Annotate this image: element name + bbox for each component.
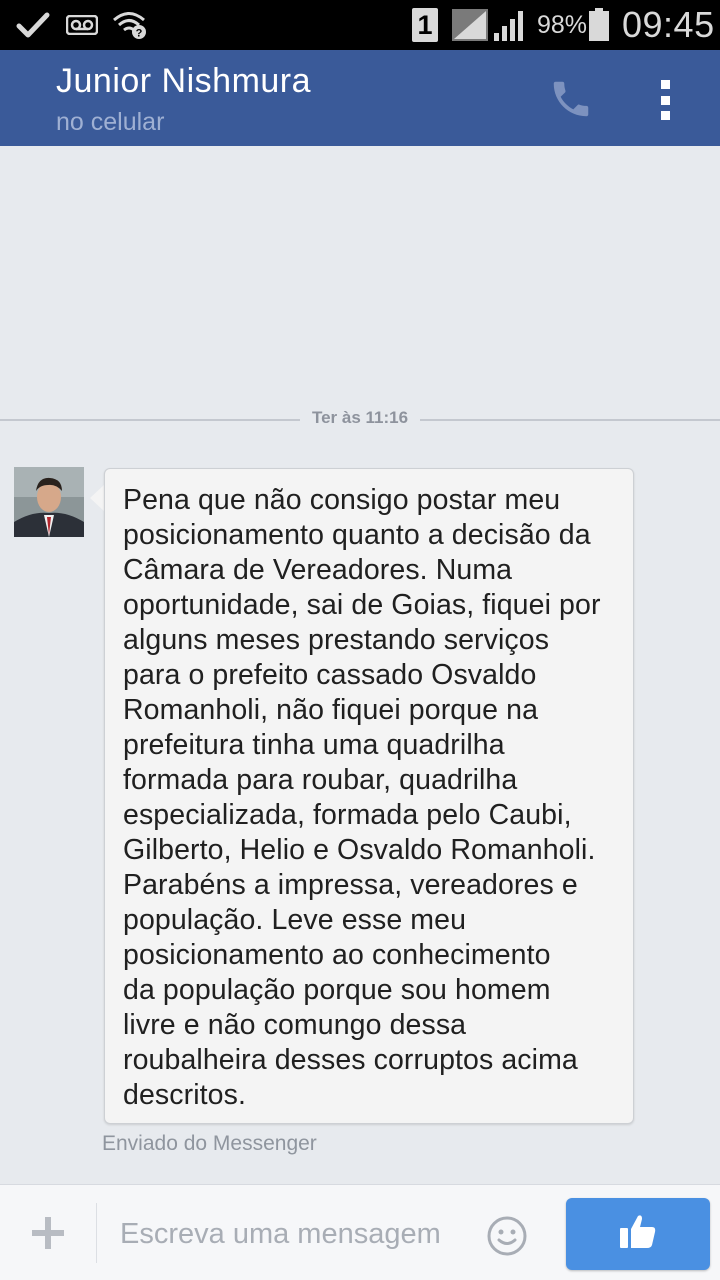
- date-separator: Ter às 11:16: [0, 406, 720, 434]
- bubble-tail: [90, 484, 105, 512]
- overflow-menu-button[interactable]: [650, 74, 680, 126]
- message-input[interactable]: Escreva uma mensagem: [120, 1213, 470, 1255]
- divider: [0, 419, 300, 421]
- emoji-icon: [486, 1216, 528, 1261]
- thumbs-up-icon: [618, 1212, 658, 1257]
- signal-icon: [494, 0, 526, 50]
- sim-icon: 1: [412, 0, 438, 50]
- divider: [96, 1203, 97, 1263]
- message-bubble[interactable]: Pena que não consigo postar meu posicion…: [104, 468, 634, 1124]
- menu-dot: [660, 95, 670, 105]
- message-text: Pena que não consigo postar meu posicion…: [123, 484, 601, 1111]
- voicemail-icon: [66, 0, 98, 50]
- avatar[interactable]: [14, 467, 84, 537]
- contact-name[interactable]: Junior Nishmura: [56, 62, 311, 101]
- emoji-button[interactable]: [486, 1215, 528, 1257]
- battery-percent: 98%: [537, 10, 588, 39]
- clock: 09:45: [622, 4, 715, 45]
- message-footer: Enviado do Messenger: [102, 1132, 317, 1155]
- signal-icon: [452, 0, 488, 50]
- svg-text:?: ?: [136, 28, 143, 40]
- menu-dot: [660, 111, 670, 120]
- battery-icon: [588, 0, 610, 50]
- overflow-menu-icon: [660, 80, 670, 89]
- contact-status: no celular: [56, 108, 165, 136]
- add-attachment-button[interactable]: [30, 1215, 66, 1251]
- check-icon: [16, 0, 50, 50]
- status-bar: ? 1 98% 09:45: [0, 0, 720, 50]
- plus-icon: [30, 1217, 66, 1255]
- like-button[interactable]: [566, 1198, 710, 1270]
- divider: [420, 419, 720, 421]
- conversation-header: Junior Nishmura no celular: [0, 50, 720, 146]
- date-separator-label: Ter às 11:16: [311, 408, 409, 427]
- phone-call-button[interactable]: [548, 76, 598, 122]
- wifi-unknown-icon: ?: [112, 0, 148, 50]
- sim-slot-number: 1: [412, 8, 438, 42]
- message-composer: Escreva uma mensagem: [0, 1184, 720, 1280]
- phone-icon: [548, 81, 594, 126]
